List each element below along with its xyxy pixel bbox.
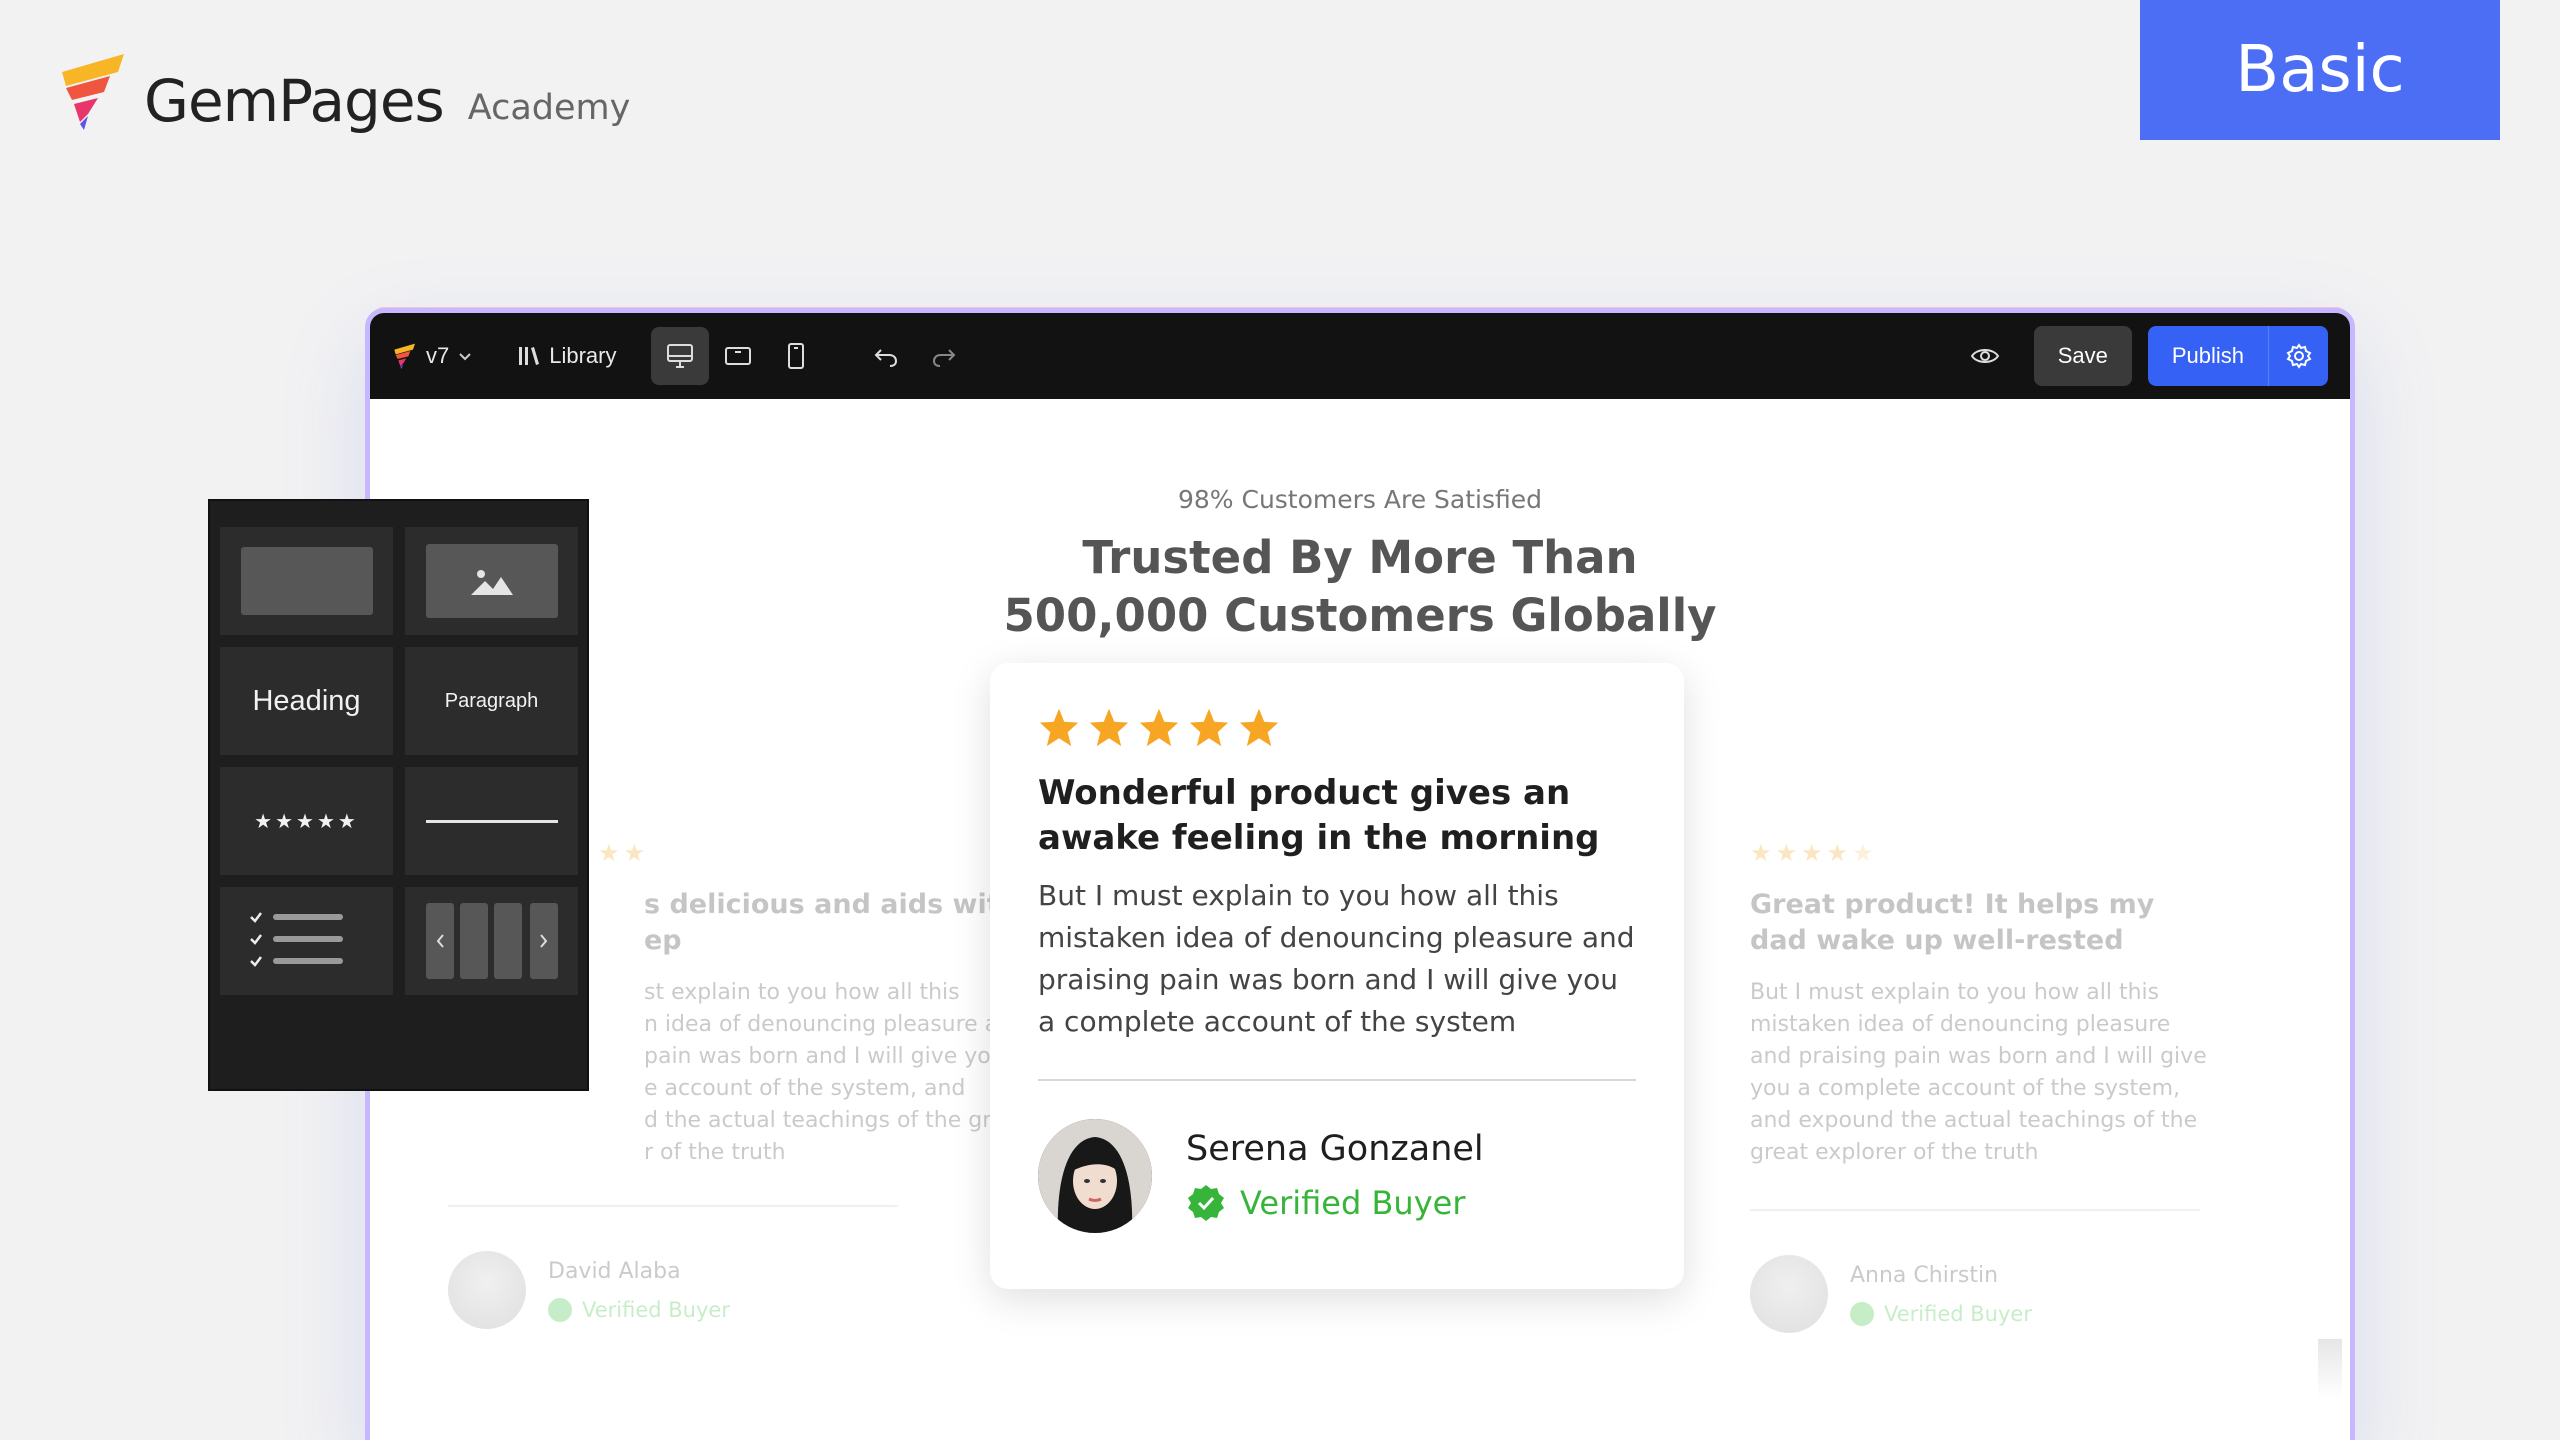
- star-icon: [1139, 708, 1179, 747]
- section-heading: Trusted By More Than 500,000 Customers G…: [370, 529, 2350, 645]
- review-title-featured: Wonderful product gives an awake feeling…: [1038, 773, 1600, 858]
- palette-heading-label: Heading: [252, 684, 361, 717]
- review-title-left-line1: s delicious and aids with: [644, 889, 1019, 920]
- mobile-icon: [787, 343, 804, 369]
- publish-settings-button[interactable]: [2268, 326, 2328, 386]
- device-mobile-button[interactable]: [767, 327, 825, 385]
- checklist-icon: [249, 912, 343, 967]
- reviewer-right: Anna Chirstin Verified Buyer: [1750, 1255, 2220, 1333]
- star-icon: [1089, 708, 1129, 747]
- undo-icon: [874, 349, 897, 367]
- device-desktop-button[interactable]: [650, 327, 709, 385]
- review-divider-featured: [1038, 1079, 1636, 1081]
- publish-button[interactable]: Publish: [2148, 326, 2268, 386]
- avatar: [1750, 1255, 1828, 1333]
- editor-toolbar: v7 Library Save Publish: [370, 313, 2350, 399]
- avatar: [448, 1251, 526, 1329]
- image-icon: [470, 570, 513, 595]
- tier-badge: Basic: [2140, 0, 2500, 140]
- reviewer-portrait: [1038, 1119, 1152, 1233]
- verified-badge-featured: Verified Buyer: [1186, 1183, 1484, 1223]
- library-button[interactable]: Library: [517, 343, 617, 369]
- canvas-scrollbar[interactable]: [2318, 1339, 2342, 1399]
- carousel-icon: [425, 903, 558, 979]
- palette-item-heading[interactable]: Heading: [220, 647, 393, 755]
- star-icon: [1239, 708, 1279, 747]
- reviewer-left: David Alaba Verified Buyer: [448, 1251, 918, 1329]
- brand-name: GemPages: [144, 67, 445, 135]
- star-icon: [1189, 708, 1229, 747]
- gear-icon: [2286, 343, 2311, 369]
- review-body-left-line: st explain to you how all this: [644, 980, 960, 1005]
- button-element-icon: [240, 547, 373, 615]
- section-heading-line2: 500,000 Customers Globally: [1003, 589, 1717, 642]
- tablet-icon: [724, 347, 751, 365]
- review-title-right: Great product! It helps my dad wake up w…: [1750, 889, 2155, 956]
- palette-item-list[interactable]: [220, 887, 393, 995]
- verified-label: Verified Buyer: [1240, 1184, 1466, 1222]
- rating-element-icon: ★★★★★: [254, 810, 359, 833]
- check-badge-icon: [1850, 1301, 1874, 1326]
- element-palette: Heading Paragraph ★★★★★: [208, 499, 589, 1091]
- review-stars-featured: [1038, 707, 1636, 747]
- device-tablet-button[interactable]: [709, 327, 767, 385]
- reviewer-featured: Serena Gonzanel Verified Buyer: [1038, 1119, 1636, 1233]
- desktop-icon: [666, 344, 693, 368]
- review-body-left-line: d the actual teachings of the great: [644, 1108, 1027, 1133]
- review-card-right: ★★★★★ Great product! It helps my dad wak…: [1750, 839, 2220, 1333]
- image-element-icon: [425, 544, 558, 618]
- verified-label: Verified Buyer: [1884, 1301, 2032, 1326]
- brand-logo-lockup: GemPages Academy: [58, 52, 630, 130]
- palette-paragraph-label: Paragraph: [444, 689, 539, 712]
- palette-item-rating[interactable]: ★★★★★: [220, 767, 393, 875]
- library-label: Library: [549, 343, 617, 368]
- palette-item-button[interactable]: [220, 527, 393, 635]
- review-divider-left: [448, 1205, 898, 1207]
- eye-icon: [1970, 349, 1999, 363]
- preview-button[interactable]: [1956, 327, 2014, 385]
- palette-item-paragraph[interactable]: Paragraph: [405, 647, 578, 755]
- publish-group: Publish: [2147, 326, 2328, 386]
- review-body-right: But I must explain to you how all this m…: [1750, 980, 2207, 1165]
- verified-badge-right: Verified Buyer: [1850, 1301, 2032, 1326]
- review-body-featured: But I must explain to you how all this m…: [1038, 879, 1635, 1038]
- avatar: [1038, 1119, 1152, 1233]
- reviewer-name-right: Anna Chirstin: [1850, 1262, 1999, 1288]
- palette-item-image[interactable]: [405, 527, 578, 635]
- version-label: v7: [426, 343, 450, 368]
- section-heading-line1: Trusted By More Than: [1082, 531, 1638, 584]
- verified-badge-left: Verified Buyer: [548, 1297, 730, 1322]
- divider-element-icon: [425, 819, 558, 823]
- star-icon: [1039, 708, 1079, 747]
- palette-item-divider[interactable]: [405, 767, 578, 875]
- review-body-left-line: r of the truth: [644, 1140, 786, 1165]
- review-body-left-line: e account of the system, and: [644, 1076, 966, 1101]
- review-title-left-line2: ep: [644, 925, 682, 956]
- check-badge-icon: [548, 1297, 572, 1322]
- brand-sub: Academy: [467, 88, 631, 128]
- palette-item-carousel[interactable]: [405, 887, 578, 995]
- page-canvas: 98% Customers Are Satisfied Trusted By M…: [370, 399, 2350, 1440]
- save-button[interactable]: Save: [2033, 326, 2132, 386]
- review-stars-right: ★★★★★: [1750, 839, 1878, 867]
- chevron-down-icon: [459, 353, 471, 361]
- verified-label: Verified Buyer: [582, 1297, 730, 1322]
- gempages-logo-icon: [394, 343, 415, 369]
- review-card-featured[interactable]: Wonderful product gives an awake feeling…: [990, 663, 1684, 1289]
- review-divider-right: [1750, 1209, 2200, 1211]
- library-icon: [519, 347, 540, 365]
- review-body-left-line: n idea of denouncing pleasure and: [644, 1012, 1027, 1037]
- undo-button[interactable]: [857, 327, 915, 385]
- redo-button[interactable]: [915, 327, 973, 385]
- editor-window: v7 Library Save Publish 98% Customers Ar…: [370, 313, 2350, 1440]
- review-body-left-line: pain was born and I will give you a: [644, 1044, 1026, 1069]
- section-subheading: 98% Customers Are Satisfied: [1177, 485, 1543, 514]
- reviewer-name-featured: Serena Gonzanel: [1186, 1129, 1484, 1169]
- redo-icon: [932, 349, 955, 367]
- reviewer-name-left: David Alaba: [548, 1258, 681, 1284]
- gempages-logo-icon: [62, 54, 124, 130]
- verified-check-icon: [1188, 1185, 1224, 1221]
- version-selector[interactable]: v7: [392, 343, 473, 369]
